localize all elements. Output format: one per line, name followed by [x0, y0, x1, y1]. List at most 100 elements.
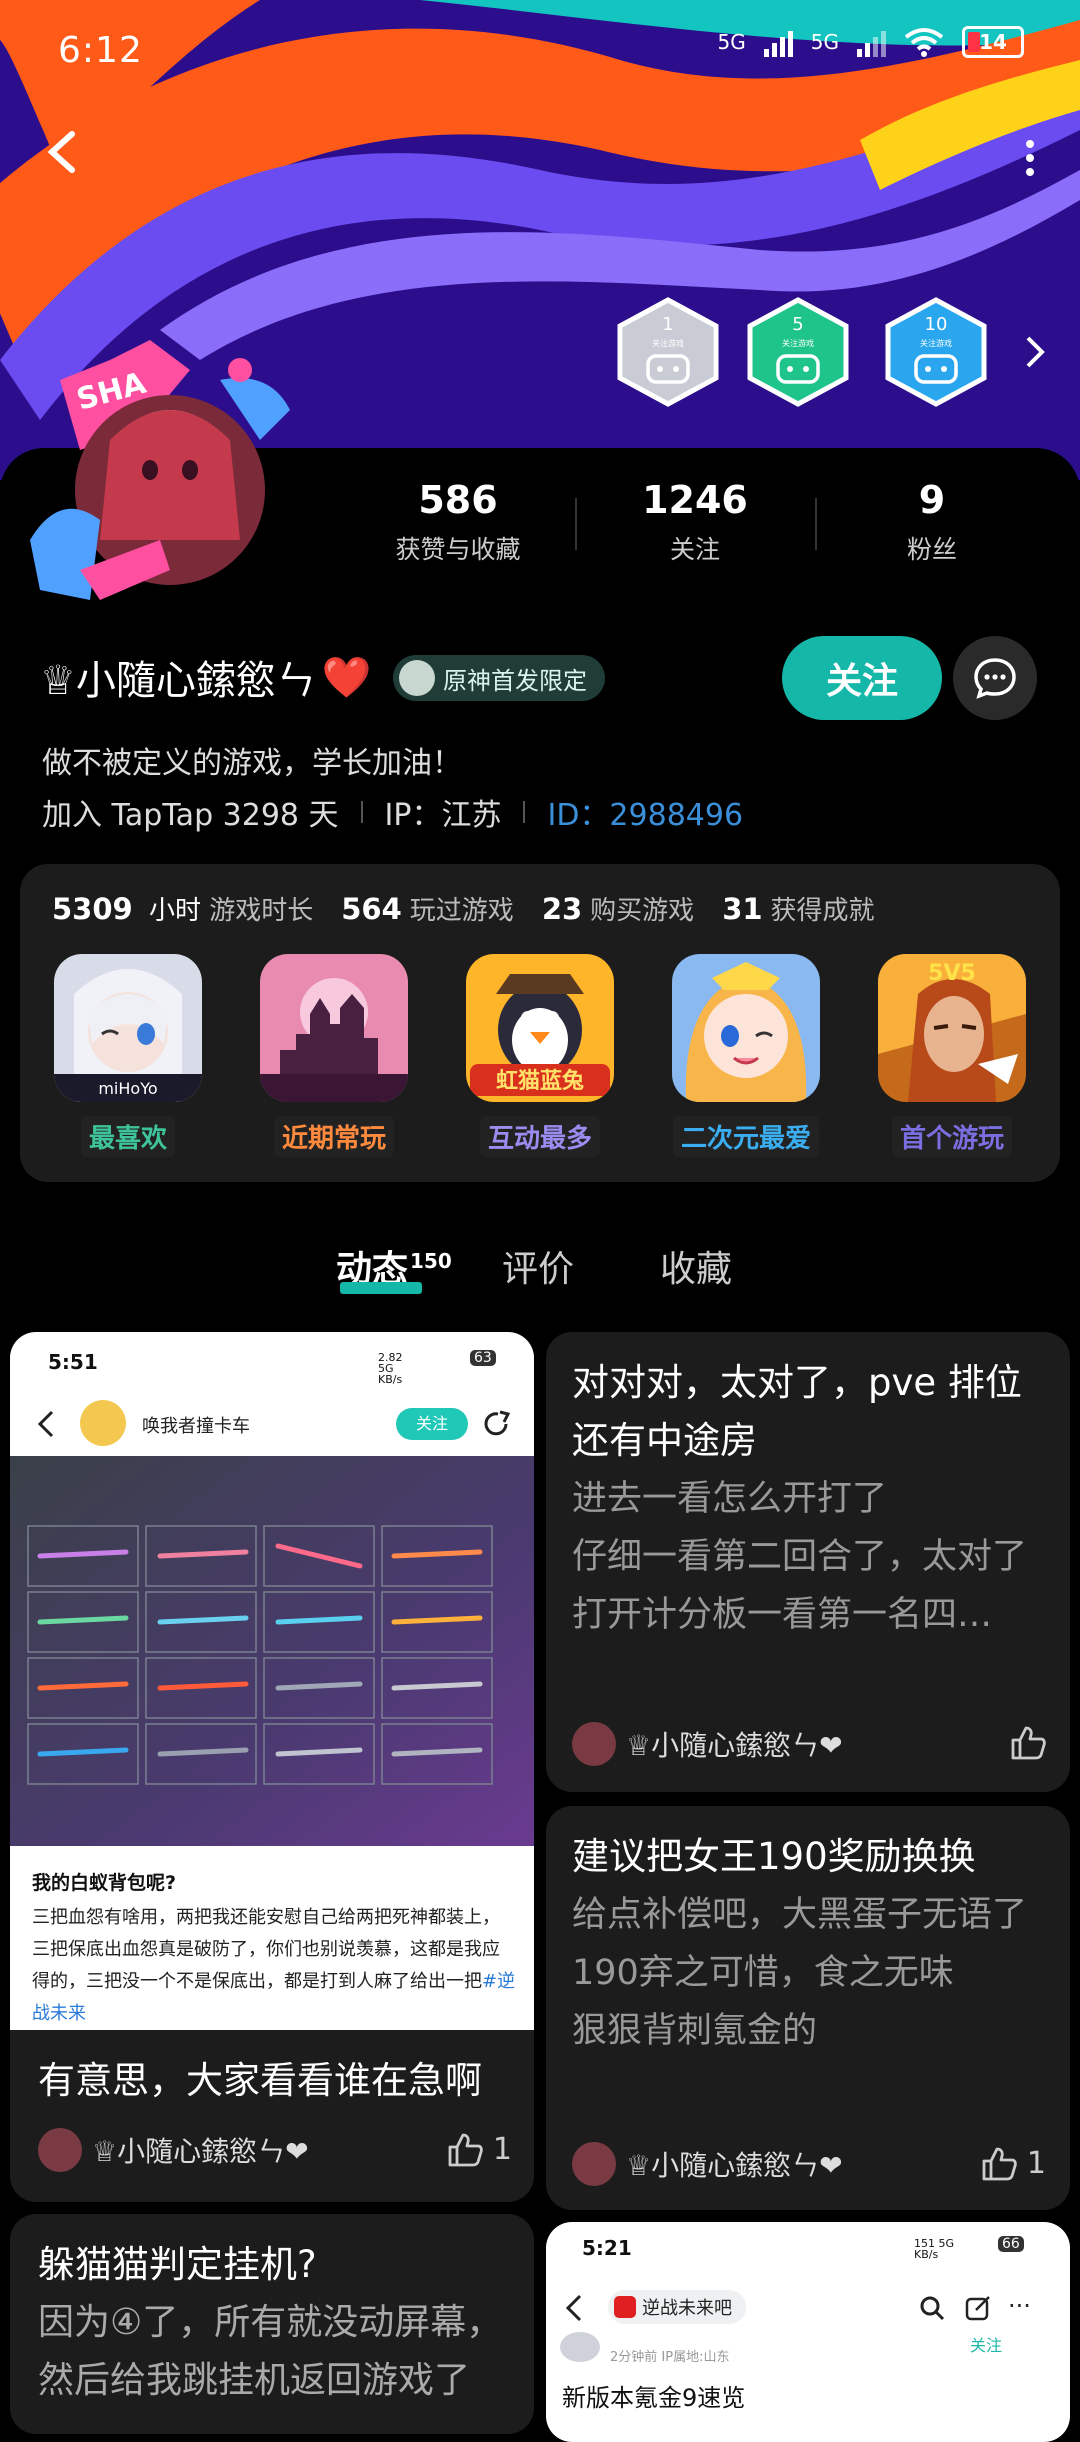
- stat-fans[interactable]: 9 粉丝: [822, 478, 1042, 566]
- tab-dynamic-count: 150: [410, 1249, 452, 1273]
- stat-divider: [815, 498, 817, 550]
- post-body: 因为④了，所有就没动屏幕，然后给我跳挂机返回游戏了: [38, 2302, 503, 2401]
- post-author[interactable]: ♕小隨心鎍慾ㄣ❤: [572, 1722, 843, 1766]
- feed-card-post-4[interactable]: 躲猫猫判定挂机? 因为④了，所有就没动屏幕，然后给我跳挂机返回游戏了: [10, 2214, 534, 2434]
- avatar[interactable]: SHA: [20, 340, 300, 620]
- post-title: 建议把女王190奖励换换: [572, 1835, 976, 1878]
- game-favorite[interactable]: miHoYo 最喜欢: [54, 954, 202, 1157]
- user-id[interactable]: ID：2988496: [547, 790, 743, 834]
- game-anime[interactable]: 二次元最爱: [672, 954, 820, 1157]
- join-days: 加入 TapTap 3298 天: [42, 798, 339, 833]
- game-icon-castle: [260, 954, 408, 1102]
- shot-more-icon: ···: [1008, 2292, 1031, 2320]
- shot-username: 唤我者撞卡车: [142, 1416, 250, 1437]
- badge-number: 10: [925, 314, 948, 335]
- network-label-2: 5G: [810, 30, 839, 54]
- game-icon-anime-girl: [672, 954, 820, 1102]
- shot-time: 5:51: [48, 1350, 98, 1374]
- badge-label: 关注游戏: [782, 338, 814, 348]
- stat-likes-label: 获赞与收藏: [395, 535, 521, 564]
- feed-card-post-5[interactable]: 5:21 151 5G KB/s 66 逆战未来吧 ··· 2分钟前 IP属地:…: [546, 2222, 1070, 2442]
- username-text: ♕小隨心鎍慾ㄣ: [40, 658, 316, 704]
- shot-time: 5:21: [582, 2236, 632, 2260]
- game-label-favorite: 最喜欢: [80, 1116, 175, 1157]
- shot-search-icon: [920, 2296, 945, 2321]
- tag-label: 原神首发限定: [443, 666, 587, 695]
- badge-number: 5: [792, 314, 803, 335]
- badge-1[interactable]: 1 关注游戏: [612, 296, 724, 408]
- shot-post-title: 我的白蚁背包呢?: [32, 1872, 177, 1894]
- chat-bubble-icon: [974, 658, 1016, 699]
- game-label-first: 首个游玩: [891, 1116, 1012, 1157]
- tab-review[interactable]: 评价: [502, 1240, 574, 1292]
- like-button[interactable]: 1: [447, 2132, 512, 2167]
- game-label-anime: 二次元最爱: [672, 1116, 819, 1157]
- game-recent[interactable]: 近期常玩: [260, 954, 408, 1157]
- badge-label: 关注游戏: [652, 338, 684, 348]
- shot-post-title: 新版本氪金9速览: [562, 2384, 746, 2412]
- stat-likes[interactable]: 586 获赞与收藏: [348, 478, 568, 566]
- thumbs-up-icon: [448, 2133, 483, 2166]
- status-time: 6:12: [58, 30, 143, 71]
- author-name: ♕小隨心鎍慾ㄣ❤: [92, 2135, 309, 2168]
- stat-fans-label: 粉丝: [906, 535, 957, 564]
- like-button[interactable]: [1010, 1726, 1046, 1760]
- author-avatar: [572, 1722, 616, 1766]
- stat-divider: [575, 498, 577, 550]
- post-title: 对对对，太对了，pve 排位还有中途房: [572, 1361, 1022, 1462]
- post-body: 给点补偿吧，大黑蛋子无语了 190弃之可惜，食之无味 狠狠背刺氪金的: [572, 1895, 1028, 2051]
- chevron-right-icon[interactable]: [1020, 332, 1050, 372]
- network-label-1: 5G: [717, 30, 746, 54]
- shot-post-body: 三把血怨有啥用，两把我还能安慰自己给两把死神都装上，三把保底出血怨真是破防了，你…: [32, 1907, 516, 2022]
- stat-likes-value: 586: [418, 478, 498, 522]
- like-button[interactable]: 1: [981, 2146, 1046, 2181]
- back-arrow-icon[interactable]: [40, 128, 88, 176]
- shot-share-icon: [484, 1410, 511, 1436]
- signal-icon: [763, 27, 793, 57]
- badge-2[interactable]: 5 关注游戏: [742, 296, 854, 408]
- svg-text:虹猫蓝兔: 虹猫蓝兔: [496, 1068, 584, 1094]
- heart-icon: ❤️: [321, 654, 372, 701]
- post-screenshot: 5:51 2.82 5G KB/s 63 唤我者撞卡车 关注 我的白蚁背包呢?: [10, 1332, 534, 2030]
- shot-speed: 2.82 5G KB/s: [378, 1351, 403, 1386]
- feed-card-post-2[interactable]: 对对对，太对了，pve 排位还有中途房 进去一看怎么开打了 仔细一看第二回合了，…: [546, 1332, 1070, 1792]
- game-label-interactive: 互动最多: [479, 1116, 600, 1157]
- shot-user-avatar: [80, 1400, 126, 1446]
- follow-button[interactable]: 关注: [782, 636, 942, 720]
- badge-number: 1: [662, 314, 673, 335]
- signal-icon-2: [857, 27, 886, 57]
- game-stats-row: 5309 小时 游戏时长 564 玩过游戏 23 购买游戏 31 获得成就: [52, 890, 875, 927]
- post-author[interactable]: ♕小隨心鎍慾ㄣ❤: [572, 2142, 843, 2186]
- post-author[interactable]: ♕小隨心鎍慾ㄣ❤: [38, 2128, 309, 2172]
- bio: 做不被定义的游戏，学长加油！: [42, 746, 462, 781]
- like-count: 1: [1026, 2146, 1046, 2181]
- profile-meta: 加入 TapTap 3298 天 IP：江苏 ID：2988496: [42, 790, 743, 834]
- stat-games-bought: 23 购买游戏: [541, 892, 695, 926]
- title-tag[interactable]: 原神首发限定: [393, 655, 605, 701]
- feed-card-post-1[interactable]: 5:51 2.82 5G KB/s 63 唤我者撞卡车 关注 我的白蚁背包呢?: [10, 1332, 534, 2202]
- game-interactive[interactable]: 虹猫蓝兔 互动最多: [466, 954, 614, 1157]
- username: ♕小隨心鎍慾ㄣ ❤️: [40, 648, 372, 706]
- message-button[interactable]: [953, 636, 1037, 720]
- shot-follow: 关注: [396, 1408, 468, 1440]
- shot-speed: 151 5G KB/s: [914, 2237, 955, 2261]
- stat-following-value: 1246: [642, 478, 748, 522]
- game-icon-penguin: 虹猫蓝兔: [466, 954, 614, 1102]
- shot-back-icon: [37, 1410, 54, 1438]
- like-count: 1: [492, 2132, 512, 2167]
- active-tab-indicator: [340, 1282, 422, 1294]
- stat-following[interactable]: 1246 关注: [585, 478, 805, 566]
- svg-text:miHoYo: miHoYo: [98, 1079, 157, 1098]
- game-icon-honkai: miHoYo: [54, 954, 202, 1102]
- status-icons: 5G 5G 14: [718, 26, 1024, 58]
- tab-collect[interactable]: 收藏: [660, 1240, 732, 1292]
- feed-card-post-3[interactable]: 建议把女王190奖励换换 给点补偿吧，大黑蛋子无语了 190弃之可惜，食之无味 …: [546, 1806, 1070, 2210]
- shot-back-icon: [565, 2294, 582, 2322]
- shot-game-inventory-image: [10, 1456, 534, 1846]
- shot-follow: 关注: [970, 2336, 1003, 2355]
- game-first[interactable]: 5V5 首个游玩: [878, 954, 1026, 1157]
- badge-3[interactable]: 10 关注游戏: [880, 296, 992, 408]
- shot-user-avatar: [560, 2332, 600, 2362]
- post-title: 躲猫猫判定挂机?: [38, 2243, 317, 2286]
- more-options-icon[interactable]: [1020, 138, 1040, 178]
